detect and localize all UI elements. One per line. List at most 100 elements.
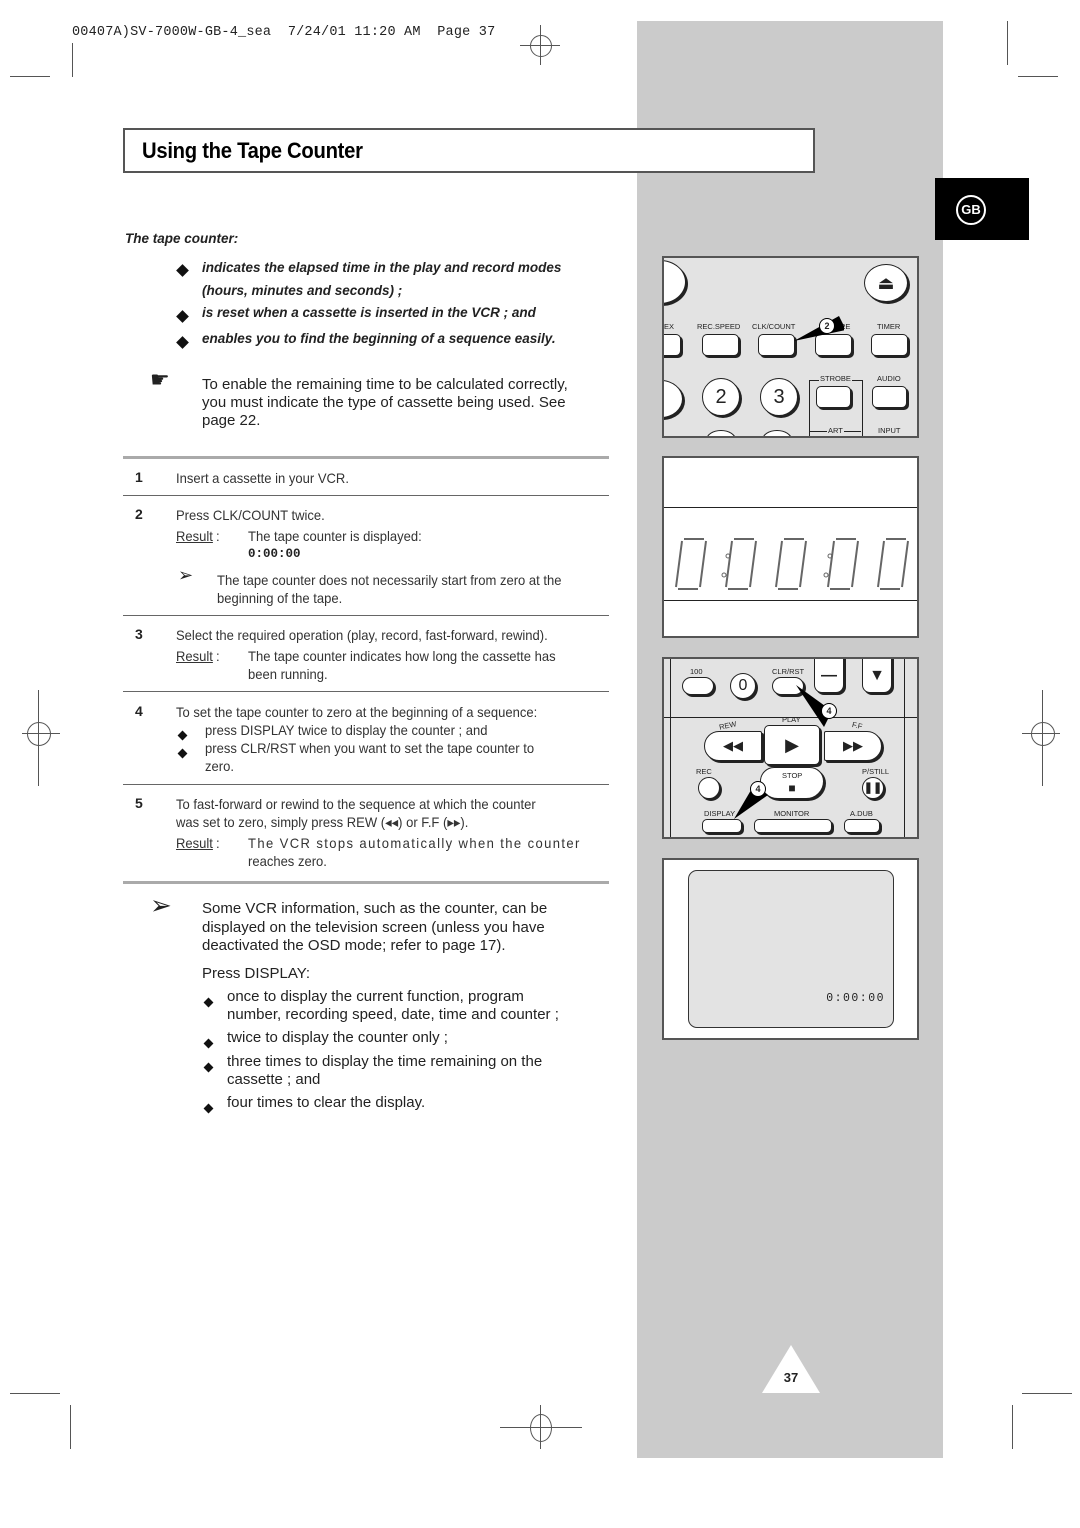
ex-button xyxy=(664,334,681,356)
timer-button xyxy=(871,334,908,356)
play-button: ▶ xyxy=(764,725,820,765)
registration-mark xyxy=(530,1414,552,1442)
label-monitor: MONITOR xyxy=(774,809,810,818)
remote-edge xyxy=(904,659,905,837)
label-clr-rst: CLR/RST xyxy=(772,667,805,676)
diamond-bullet-icon xyxy=(176,310,189,323)
segment-digit xyxy=(775,538,807,590)
tv-screen-illustration: 0:00:00 xyxy=(662,858,919,1040)
section-divider xyxy=(123,456,609,459)
print-header: 00407A)SV-7000W-GB-4_sea 7/24/01 11:20 A… xyxy=(72,25,496,40)
label-art: ART xyxy=(827,426,844,435)
step-text: Press CLK/COUNT twice. xyxy=(176,507,325,523)
step-number: 2 xyxy=(135,506,143,522)
step-text: Insert a cassette in your VCR. xyxy=(176,470,349,486)
registration-mark xyxy=(1031,722,1055,746)
seven-segment-counter xyxy=(675,538,909,590)
a-dub-button xyxy=(844,819,880,833)
label-play: PLAY xyxy=(782,715,801,724)
round-button xyxy=(664,260,686,304)
diamond-bullet-icon xyxy=(203,1034,214,1052)
note-text: To enable the remaining time to be calcu… xyxy=(202,376,607,430)
label-ex: EX xyxy=(664,322,675,331)
colon-dot xyxy=(721,572,727,578)
intro-bullet-text: indicates the elapsed time in the play a… xyxy=(202,260,562,275)
rew-button: ◀◀ xyxy=(704,731,762,761)
down-button: ▼ xyxy=(862,659,892,693)
result-label: Result xyxy=(176,835,213,851)
label-strobe: STROBE xyxy=(819,374,852,383)
crop-mark xyxy=(1007,21,1008,65)
label-timer: TIMER xyxy=(877,322,901,331)
audio-button xyxy=(872,386,907,408)
result-colon: : xyxy=(216,835,220,851)
note-line: To enable the remaining time to be calcu… xyxy=(202,376,568,393)
display-divider xyxy=(664,507,917,508)
100-button xyxy=(682,677,714,695)
segment-digit xyxy=(725,538,757,590)
pointing-hand-icon: ☛ xyxy=(150,367,170,392)
result-label: Result xyxy=(176,648,213,664)
vcr-display-illustration: 0:00:00 xyxy=(662,456,919,638)
diamond-bullet-icon xyxy=(176,264,189,277)
digit-0-button: 0 xyxy=(730,673,756,699)
step-text: was set to zero, simply press REW (◂◂) o… xyxy=(176,814,469,830)
crop-mark xyxy=(70,1405,71,1449)
tv-screen: 0:00:00 xyxy=(688,870,894,1028)
result-text: reaches zero. xyxy=(248,853,327,869)
tip-bullet: four times to clear the display. xyxy=(227,1094,426,1111)
tip-bullet: twice to display the counter only ; xyxy=(227,1029,448,1046)
osd-counter: 0:00:00 xyxy=(826,992,885,1005)
label-rew: REW xyxy=(718,719,738,732)
crop-mark xyxy=(1018,76,1058,77)
step-number: 4 xyxy=(135,703,143,719)
tip-line: beginning of the tape. xyxy=(217,590,343,606)
step-divider xyxy=(123,495,609,496)
eject-button: ⏏ xyxy=(864,264,908,302)
intro-bullet-text: (hours, minutes and seconds) ; xyxy=(202,283,403,298)
intro-bullet-text: is reset when a cassette is inserted in … xyxy=(202,305,536,320)
crop-mark xyxy=(72,43,73,77)
label-rec: REC xyxy=(696,767,712,776)
remote-top-illustration: ⏏ EX REC.SPEED CLK/COUNT RE TIMER 2 2 3 … xyxy=(662,256,919,438)
label-stop: STOP xyxy=(782,771,803,780)
result-text: The tape counter indicates how long the … xyxy=(248,648,556,664)
intro-bullet-text: enables you to find the beginning of a s… xyxy=(202,331,556,346)
arrow-tip-icon: ➢ xyxy=(178,565,194,585)
page-number-triangle xyxy=(762,1345,820,1393)
diamond-bullet-icon xyxy=(176,336,189,349)
remote-edge xyxy=(670,659,671,837)
step-divider xyxy=(123,691,609,692)
ff-button: ▶▶ xyxy=(824,731,882,761)
label-a-dub: A.DUB xyxy=(850,809,873,818)
tip-line: Some VCR information, such as the counte… xyxy=(202,900,548,917)
step-text: To set the tape counter to zero at the b… xyxy=(176,704,538,720)
result-text: The tape counter is displayed: xyxy=(248,528,422,544)
result-colon: : xyxy=(216,528,220,544)
step-number: 1 xyxy=(135,469,143,485)
digit-3-button: 3 xyxy=(760,378,798,416)
callout-step-4: 4 xyxy=(821,703,837,719)
crop-mark xyxy=(10,1393,60,1394)
counter-value: 0:00:00 xyxy=(248,547,301,561)
label-ff: F.F xyxy=(851,720,864,731)
crop-mark xyxy=(1012,1405,1013,1449)
tip-text: Some VCR information, such as the counte… xyxy=(202,900,612,956)
diamond-bullet-icon xyxy=(203,993,214,1011)
label-audio: AUDIO xyxy=(877,374,901,383)
page-title: Using the Tape Counter xyxy=(142,138,363,163)
step-text: To fast-forward or rewind to the sequenc… xyxy=(176,796,536,812)
step-divider xyxy=(123,784,609,785)
step-divider xyxy=(123,615,609,616)
diamond-bullet-icon xyxy=(203,1058,214,1076)
tip-bullet: number, recording speed, date, time and … xyxy=(227,1006,559,1023)
step-bullet: zero. xyxy=(205,758,234,774)
colon-dot xyxy=(823,572,829,578)
intro-heading: The tape counter: xyxy=(125,231,239,246)
intro-bullet xyxy=(176,262,189,280)
step-bullet: press DISPLAY twice to display the count… xyxy=(205,722,488,738)
arrow-tip-icon: ➢ xyxy=(150,890,172,920)
callout-step-4: 4 xyxy=(750,781,766,797)
note-line: page 22. xyxy=(202,412,261,429)
rec-speed-button xyxy=(702,334,739,356)
